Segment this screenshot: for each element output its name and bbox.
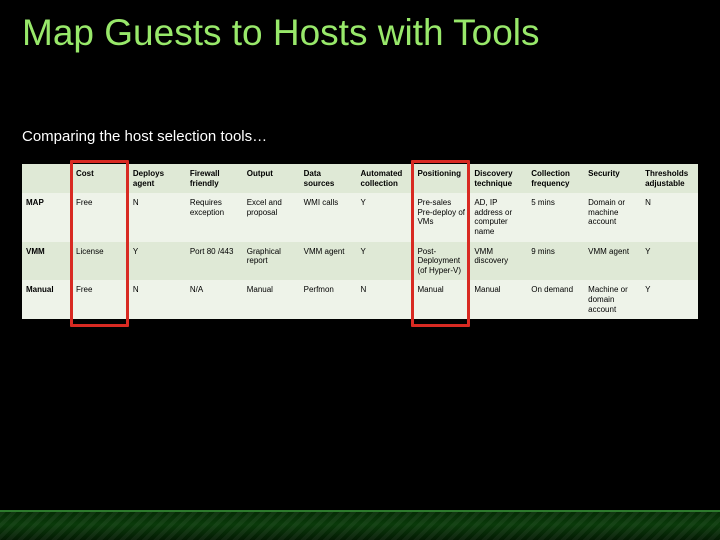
slide-title: Map Guests to Hosts with Tools xyxy=(22,12,540,54)
cell: Requires exception xyxy=(186,193,243,241)
cell: Excel and proposal xyxy=(243,193,300,241)
cell: 5 mins xyxy=(527,193,584,241)
cell: Port 80 /443 xyxy=(186,242,243,281)
header-cell xyxy=(22,164,72,193)
header-cell: Collection frequency xyxy=(527,164,584,193)
header-cell: Positioning xyxy=(413,164,470,193)
cell: Y xyxy=(357,193,414,241)
header-cell: Security xyxy=(584,164,641,193)
cell: VMM discovery xyxy=(470,242,527,281)
row-name: VMM xyxy=(22,242,72,281)
cell: N/A xyxy=(186,280,243,319)
header-cell: Firewall friendly xyxy=(186,164,243,193)
row-name: MAP xyxy=(22,193,72,241)
row-name: Manual xyxy=(22,280,72,319)
header-cell: Thresholds adjustable xyxy=(641,164,698,193)
cell: On demand xyxy=(527,280,584,319)
cell: Graphical report xyxy=(243,242,300,281)
cell: Manual xyxy=(413,280,470,319)
table-row: Manual Free N N/A Manual Perfmon N Manua… xyxy=(22,280,698,319)
table-row: MAP Free N Requires exception Excel and … xyxy=(22,193,698,241)
header-cell: Cost xyxy=(72,164,129,193)
cell: N xyxy=(357,280,414,319)
cell: VMM agent xyxy=(300,242,357,281)
cell: VMM agent xyxy=(584,242,641,281)
slide-subtitle: Comparing the host selection tools… xyxy=(22,128,267,145)
cell: Free xyxy=(72,193,129,241)
cell: Post-Deployment (of Hyper-V) xyxy=(413,242,470,281)
cell: N xyxy=(129,193,186,241)
cell: AD, IP address or computer name xyxy=(470,193,527,241)
cell: Y xyxy=(641,280,698,319)
cell: Manual xyxy=(243,280,300,319)
cell: N xyxy=(129,280,186,319)
cell: N xyxy=(641,193,698,241)
header-cell: Deploys agent xyxy=(129,164,186,193)
cell: Machine or domain account xyxy=(584,280,641,319)
header-cell: Output xyxy=(243,164,300,193)
cell: WMI calls xyxy=(300,193,357,241)
cell: Y xyxy=(129,242,186,281)
cell: Y xyxy=(357,242,414,281)
cell: 9 mins xyxy=(527,242,584,281)
header-cell: Data sources xyxy=(300,164,357,193)
cell: Y xyxy=(641,242,698,281)
comparison-table: Cost Deploys agent Firewall friendly Out… xyxy=(22,164,698,319)
header-cell: Automated collection xyxy=(357,164,414,193)
comparison-table-wrap: Cost Deploys agent Firewall friendly Out… xyxy=(22,164,698,319)
cell: Free xyxy=(72,280,129,319)
table-header-row: Cost Deploys agent Firewall friendly Out… xyxy=(22,164,698,193)
cell: Pre-sales Pre-deploy of VMs xyxy=(413,193,470,241)
cell: License xyxy=(72,242,129,281)
header-cell: Discovery technique xyxy=(470,164,527,193)
cell: Perfmon xyxy=(300,280,357,319)
table-row: VMM License Y Port 80 /443 Graphical rep… xyxy=(22,242,698,281)
cell: Manual xyxy=(470,280,527,319)
cell: Domain or machine account xyxy=(584,193,641,241)
slide-footer-decoration xyxy=(0,512,720,540)
